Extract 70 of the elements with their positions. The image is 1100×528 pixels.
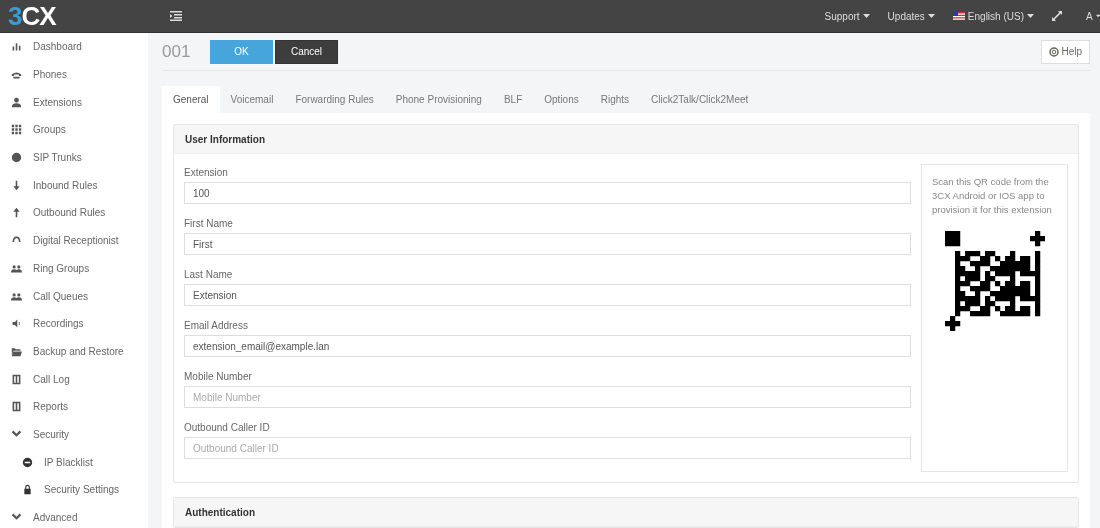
tab[interactable]: Forwarding Rules (284, 86, 385, 113)
help-button[interactable]: Help (1041, 39, 1090, 64)
field-label: Email Address (184, 319, 249, 333)
caret-icon (927, 14, 935, 18)
caret-icon (1095, 14, 1100, 18)
menu-icon[interactable] (170, 11, 182, 21)
menu-item-icon (11, 179, 22, 191)
input-field[interactable]: Mobile Number (184, 386, 911, 408)
input-field[interactable]: Outbound Caller ID (184, 437, 911, 459)
menu-item-icon (11, 41, 22, 53)
field-label: Outbound Caller ID (184, 421, 271, 435)
tab[interactable]: BLF (492, 86, 534, 113)
menu-item-icon (11, 318, 22, 330)
tab[interactable]: Click2Talk/Click2Meet (640, 86, 760, 113)
sidebar-item[interactable]: IP Blacklist (0, 448, 148, 476)
dropdown-menu[interactable]: Support (824, 10, 870, 22)
menu-item-icon (11, 96, 22, 108)
sidebar-item[interactable]: Ring Groups (0, 254, 148, 283)
sidebar-item[interactable]: Call Queues (0, 282, 148, 310)
tab[interactable]: Options (533, 86, 590, 113)
logo[interactable]: 3CX (0, 2, 148, 30)
flag-icon (952, 12, 965, 20)
sidebar-item[interactable]: Groups (0, 116, 148, 144)
menu-item-icon (11, 290, 22, 302)
sidebar-item[interactable]: Recordings (0, 309, 148, 338)
sidebar-item[interactable]: Phones (0, 60, 148, 89)
sidebar-item[interactable]: Security (0, 420, 148, 449)
sidebar-item[interactable]: Extensions (0, 88, 148, 117)
lock-icon (22, 484, 33, 496)
menu-item-icon (11, 207, 22, 219)
lifebuoy-icon (1049, 46, 1060, 57)
page-title: 001 (162, 41, 192, 62)
expand-icon[interactable] (1052, 11, 1062, 21)
cancel-button[interactable]: Cancel (275, 39, 338, 64)
sidebar-item[interactable]: Advanced (0, 503, 148, 528)
sidebar-item[interactable]: Security Settings (0, 476, 148, 504)
sidebar-item[interactable]: Inbound Rules (0, 171, 148, 200)
sidebar-item[interactable]: Digital Receptionist (0, 226, 148, 255)
input-field[interactable]: 100 (184, 182, 911, 204)
menu-item-icon (11, 373, 22, 385)
menu-item-icon (11, 345, 22, 357)
field-label: Mobile Number (184, 370, 253, 384)
tab[interactable]: General (162, 86, 220, 113)
sidebar-item[interactable]: SIP Trunks (0, 143, 148, 172)
qr-hint: Scan this QR code from the 3CX Android or IOS app to provision it for this extension (932, 175, 1053, 217)
menu-item-icon (11, 262, 22, 274)
dropdown-menu[interactable]: English (US) (952, 10, 1034, 22)
dropdown-menu[interactable]: Updates (887, 10, 935, 22)
sidebar-item[interactable]: Backup and Restore (0, 337, 148, 366)
sidebar-item[interactable]: Call Log (0, 365, 148, 393)
caret-icon (862, 14, 870, 18)
user-menu[interactable]: A (1086, 10, 1100, 22)
input-field[interactable]: First (184, 233, 911, 255)
field-label: Extension (184, 166, 229, 180)
input-field[interactable]: extension_email@example.lan (184, 335, 911, 357)
menu-item-icon (11, 124, 22, 136)
tab[interactable]: Voicemail (219, 86, 285, 113)
menu-item-icon (11, 401, 22, 413)
sidebar-item[interactable]: Reports (0, 392, 148, 421)
sidebar-item[interactable]: Dashboard (0, 33, 148, 61)
input-field[interactable]: Extension (184, 284, 911, 306)
sidebar-item[interactable]: Outbound Rules (0, 199, 148, 227)
field-label: Last Name (184, 268, 234, 282)
tab[interactable]: Phone Provisioning (384, 86, 493, 113)
section-title: User Information (185, 133, 265, 145)
tab[interactable]: Rights (589, 86, 641, 113)
field-label: First Name (184, 217, 234, 231)
caret-icon (1027, 14, 1034, 18)
menu-item-icon (11, 152, 22, 164)
section-title: Authentication (185, 506, 255, 518)
